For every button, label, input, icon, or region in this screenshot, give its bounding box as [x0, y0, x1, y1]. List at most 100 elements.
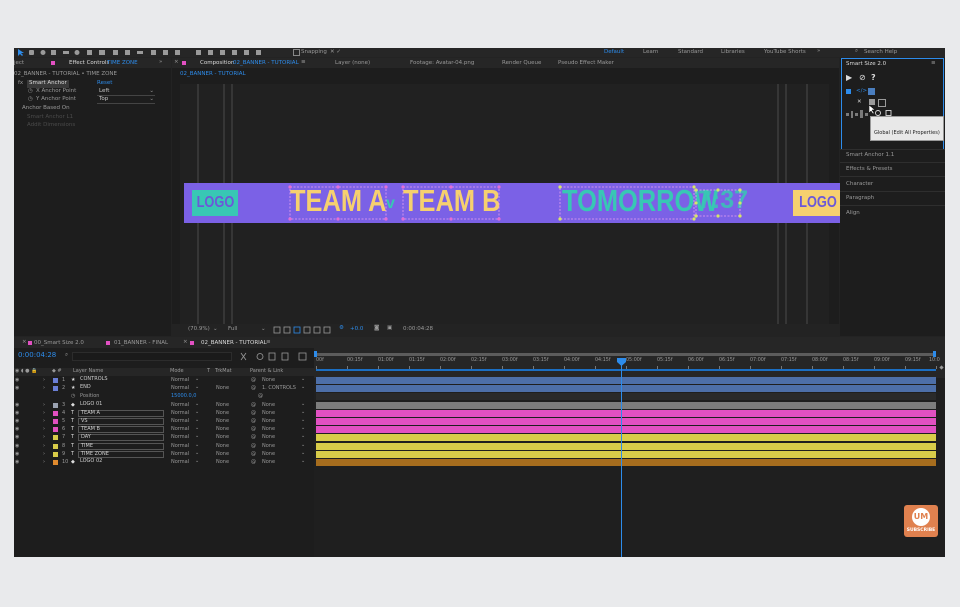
- pickwhip-icon[interactable]: @: [251, 419, 256, 424]
- search-icon[interactable]: ⌕: [855, 48, 858, 55]
- tool-icons[interactable]: [17, 49, 187, 56]
- layer-track-bar[interactable]: [316, 426, 936, 434]
- eye-icon[interactable]: ◉: [15, 402, 19, 408]
- stopwatch-icon[interactable]: ◷: [28, 96, 33, 103]
- subscribe-watermark[interactable]: UM SUBSCRIBE: [904, 505, 938, 537]
- timeline-tab-banner-tutorial[interactable]: 02_BANNER - TUTORIAL: [201, 340, 267, 347]
- workspace-menu-icon[interactable]: »: [817, 48, 820, 55]
- work-area-bar[interactable]: [316, 353, 936, 356]
- layer-name[interactable]: TEAM B: [78, 426, 164, 434]
- layer-name[interactable]: END: [78, 385, 93, 390]
- mode-dropdown[interactable]: Normal: [171, 443, 189, 449]
- eye-icon[interactable]: ◉: [15, 435, 19, 440]
- chevron-down-icon[interactable]: ⌄: [301, 459, 305, 464]
- chevron-down-icon[interactable]: ⌄: [301, 418, 305, 423]
- exposure-value[interactable]: +0.0: [350, 326, 363, 333]
- playhead-handle-icon[interactable]: [617, 358, 626, 366]
- time-ruler[interactable]: 00f 00:15f 01:00f 01:15f 02:00f 02:15f 03:00f 0…: [314, 358, 945, 369]
- twirl-icon[interactable]: ›: [43, 378, 45, 383]
- layer-row[interactable]: ◉ › 3 ◆ LOGO 01 Normal ⌄ None @ None ⌄: [14, 401, 314, 410]
- layer-row[interactable]: ◉ › 5 T VS Normal ⌄ None @ None ⌄: [14, 418, 314, 426]
- layer-name[interactable]: VS: [78, 418, 164, 425]
- menu-icon[interactable]: ≡: [266, 339, 271, 346]
- expression-icon[interactable]: [868, 88, 875, 95]
- eye-icon[interactable]: ◉: [15, 427, 19, 432]
- trkmat-header[interactable]: TrkMat: [215, 369, 232, 374]
- label-color-icon[interactable]: [53, 419, 58, 424]
- resolution-dropdown[interactable]: Full: [228, 326, 237, 333]
- workspace-default[interactable]: Default: [604, 49, 624, 56]
- grid-icon[interactable]: [846, 89, 851, 94]
- chevron-down-icon[interactable]: ⌄: [195, 409, 199, 415]
- twirl-icon[interactable]: ›: [43, 402, 45, 408]
- twirl-icon[interactable]: ›: [43, 419, 45, 424]
- timeline-switch-icons[interactable]: [239, 352, 309, 361]
- search-help-field[interactable]: Search Help: [864, 49, 897, 56]
- layer-name[interactable]: TIME ZONE: [78, 450, 164, 458]
- trkmat-dropdown[interactable]: None: [216, 451, 229, 457]
- label-color-icon[interactable]: [53, 460, 58, 465]
- close-icon[interactable]: ×: [174, 59, 179, 66]
- trkmat-dropdown[interactable]: None: [216, 460, 229, 465]
- effect-controls-layer[interactable]: TIME ZONE: [107, 60, 138, 67]
- layer-track-bar[interactable]: [316, 418, 936, 425]
- chevron-down-icon[interactable]: ⌄: [301, 401, 305, 407]
- layer-row[interactable]: ◉ › 9 T TIME ZONE Normal ⌄ None @ None ⌄: [14, 450, 314, 459]
- label-color-icon[interactable]: [53, 378, 58, 383]
- project-tab[interactable]: ject: [14, 60, 24, 67]
- chevron-down-icon[interactable]: ⌄: [195, 450, 199, 456]
- trkmat-dropdown[interactable]: None: [216, 386, 229, 391]
- parent-dropdown[interactable]: None: [262, 435, 275, 440]
- pickwhip-icon[interactable]: @: [251, 386, 256, 391]
- chevron-down-icon[interactable]: ⌄: [301, 450, 305, 456]
- layer-row[interactable]: ◉ › 6 T TEAM B Normal ⌄ None @ None ⌄: [14, 426, 314, 434]
- exposure-icon[interactable]: ⚙: [339, 325, 344, 332]
- mode-header[interactable]: Mode: [170, 369, 184, 374]
- chevron-down-icon[interactable]: ⌄: [261, 326, 266, 333]
- pickwhip-icon[interactable]: @: [251, 451, 256, 457]
- timeline-timecode[interactable]: 0:00:04:28: [18, 351, 56, 359]
- effects-presets-section[interactable]: Effects & Presets: [846, 166, 893, 173]
- mode-dropdown[interactable]: Normal: [171, 427, 189, 432]
- label-color-icon[interactable]: [53, 386, 58, 392]
- effect-name[interactable]: Smart Anchor: [27, 80, 69, 88]
- reset-link[interactable]: Reset: [97, 80, 112, 87]
- paragraph-section[interactable]: Paragraph: [846, 195, 874, 202]
- chevron-down-icon[interactable]: ⌄: [195, 418, 199, 423]
- panel-menu-icon[interactable]: ≡: [931, 60, 936, 67]
- local-button[interactable]: [878, 99, 886, 107]
- twirl-icon[interactable]: ›: [43, 443, 45, 449]
- mode-dropdown[interactable]: Normal: [171, 451, 189, 457]
- stopwatch-icon[interactable]: ◷: [71, 394, 75, 399]
- position-property-row[interactable]: ◷ Position 15000.0,0 @: [14, 393, 314, 401]
- mode-dropdown[interactable]: Normal: [171, 378, 189, 383]
- layer-track-bar[interactable]: [316, 459, 936, 466]
- layer-row[interactable]: ◉ › 10 ◆ LOGO 02 Normal ⌄ None @ None ⌄: [14, 459, 314, 467]
- composition-tab[interactable]: Composition: [200, 60, 234, 67]
- eye-icon[interactable]: ◉: [15, 410, 19, 416]
- parent-dropdown[interactable]: None: [262, 378, 275, 383]
- label-color-icon[interactable]: [53, 451, 58, 457]
- composition-tab-name[interactable]: 02_BANNER - TUTORIAL: [233, 60, 299, 67]
- workspace-libraries[interactable]: Libraries: [721, 49, 745, 56]
- label-color-icon[interactable]: [53, 410, 58, 416]
- parent-dropdown[interactable]: None: [262, 410, 275, 416]
- layer-tab[interactable]: Layer (none): [335, 60, 370, 67]
- chevron-down-icon[interactable]: ⌄: [195, 385, 199, 390]
- pickwhip-icon[interactable]: @: [251, 435, 256, 440]
- pickwhip-icon[interactable]: @: [251, 443, 256, 449]
- x-anchor-dropdown[interactable]: Left ⌄: [97, 88, 155, 96]
- pickwhip-icon[interactable]: @: [251, 427, 256, 432]
- twirl-icon[interactable]: ›: [43, 386, 45, 391]
- layer-row[interactable]: ◉ › 1 ★ CONTROLS Normal ⌄ @ None ⌄: [14, 377, 314, 385]
- camera-icon[interactable]: ◙: [374, 325, 379, 332]
- parent-dropdown[interactable]: None: [262, 427, 275, 432]
- chevron-down-icon[interactable]: ⌄: [195, 442, 199, 448]
- chevron-down-icon[interactable]: ⌄: [301, 434, 305, 439]
- chevron-down-icon[interactable]: ⌄: [195, 401, 199, 407]
- mode-dropdown[interactable]: Normal: [171, 435, 189, 440]
- layer-name[interactable]: TEAM A: [78, 409, 164, 417]
- twirl-icon[interactable]: ›: [43, 451, 45, 457]
- chevron-down-icon[interactable]: ⌄: [301, 426, 305, 431]
- eye-icon[interactable]: ◉: [15, 451, 19, 457]
